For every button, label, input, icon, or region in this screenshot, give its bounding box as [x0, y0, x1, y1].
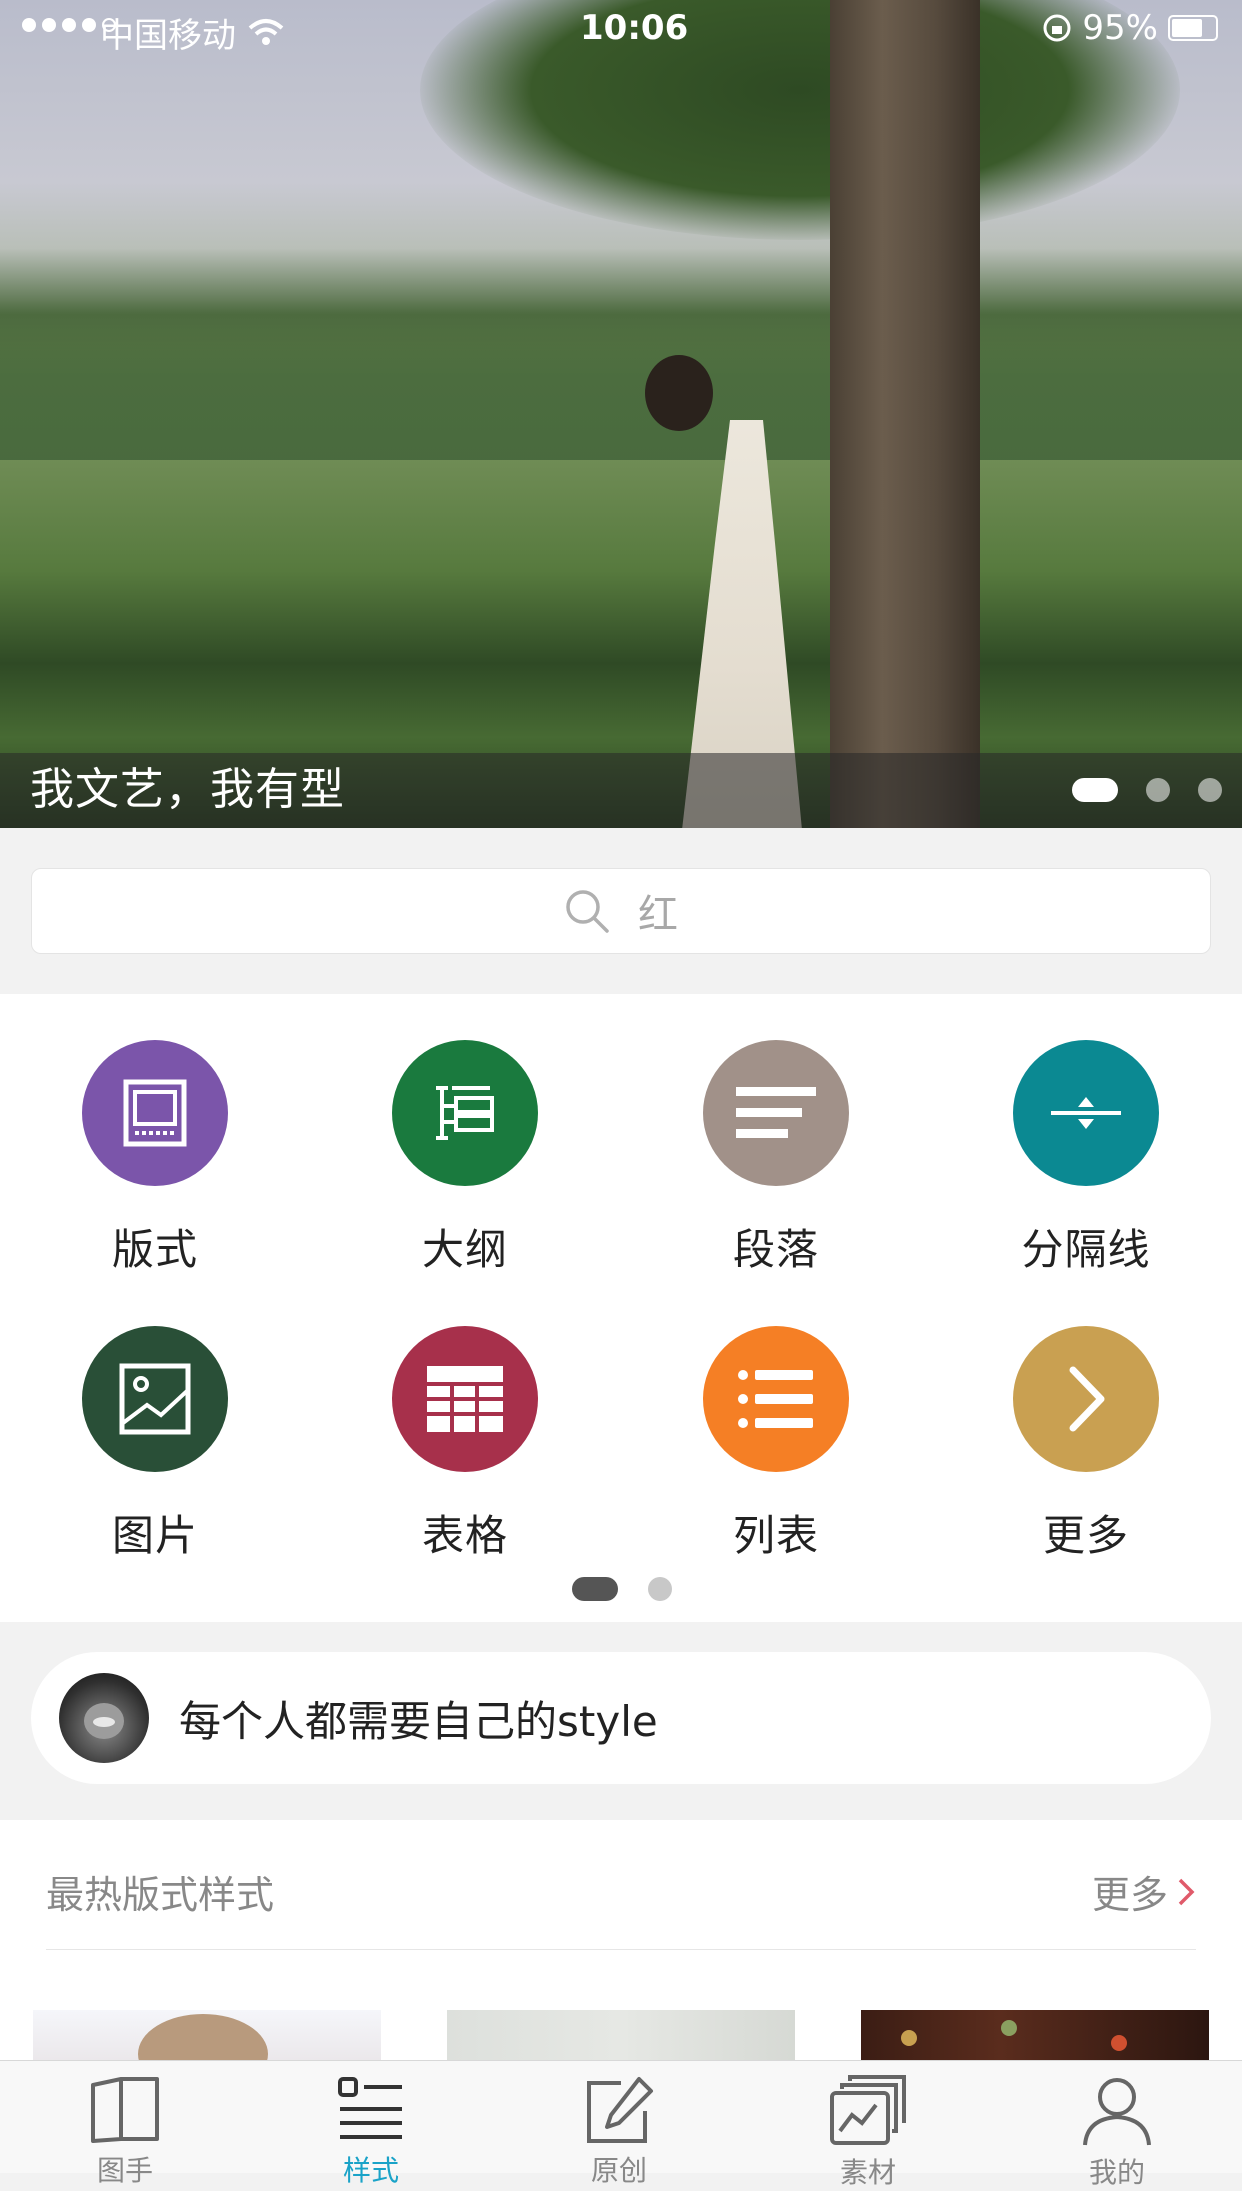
outline-icon: [392, 1040, 538, 1186]
wifi-icon: [248, 18, 284, 45]
category-divider[interactable]: 分隔线: [931, 1040, 1241, 1277]
category-pager-dot-active[interactable]: [572, 1577, 618, 1601]
category-label: 图片: [111, 1511, 198, 1560]
divider-icon: [1013, 1040, 1159, 1186]
banner-caption: 我文艺，我有型: [30, 764, 345, 815]
banner-figure-head: [645, 355, 713, 431]
motto-card[interactable]: 每个人都需要自己的style: [31, 1652, 1211, 1784]
banner-pager-dot-active[interactable]: [1072, 778, 1118, 802]
category-layout[interactable]: 版式: [0, 1040, 310, 1277]
tab-original[interactable]: 原创: [539, 2075, 699, 2189]
chevron-right-icon: [1178, 1878, 1195, 1905]
search-placeholder: 红: [638, 892, 678, 938]
category-label: 分隔线: [1021, 1225, 1151, 1274]
category-outline[interactable]: 大纲: [310, 1040, 620, 1277]
layout-icon: [82, 1040, 228, 1186]
more-label: 更多: [1091, 1873, 1168, 1917]
tab-label: 样式: [342, 2154, 399, 2187]
tab-materials[interactable]: 素材: [788, 2075, 948, 2191]
category-label: 更多: [1042, 1511, 1129, 1560]
battery-icon: [1168, 15, 1218, 41]
category-label: 列表: [732, 1511, 819, 1560]
gallery-icon: [830, 2075, 906, 2145]
banner-pager-dot[interactable]: [1198, 778, 1222, 802]
category-paragraph[interactable]: 段落: [621, 1040, 931, 1277]
banner-tree-trunk: [830, 0, 980, 828]
category-table[interactable]: 表格: [310, 1326, 620, 1563]
status-time: 10:06: [580, 8, 689, 48]
category-label: 版式: [111, 1225, 198, 1274]
tab-label: 素材: [839, 2156, 896, 2189]
category-pager-dot[interactable]: [648, 1577, 672, 1601]
search-section: 红: [0, 828, 1242, 994]
thumbnail-decoration: [1111, 2035, 1127, 2051]
image-icon: [82, 1326, 228, 1472]
category-pager[interactable]: [572, 1577, 672, 1601]
banner-pager-dot[interactable]: [1146, 778, 1170, 802]
banner-pager[interactable]: [1072, 778, 1222, 802]
category-grid: 版式 大纲 段落 分隔线 图片 表格 列表 更多: [0, 994, 1242, 1622]
avatar[interactable]: [59, 1673, 149, 1763]
chevron-right-icon: [1013, 1326, 1159, 1472]
tab-handbook[interactable]: 图手: [45, 2075, 205, 2189]
category-list[interactable]: 列表: [621, 1326, 931, 1563]
motto-text: 每个人都需要自己的style: [179, 1696, 658, 1746]
tab-bar: 图手 样式 原创 素材 我的: [0, 2060, 1242, 2189]
thumbnail-decoration: [901, 2030, 917, 2046]
list-icon: [703, 1326, 849, 1472]
user-icon: [1083, 2078, 1151, 2146]
book-icon: [91, 2077, 159, 2143]
battery-percent: 95%: [1082, 8, 1158, 48]
motto-section: 每个人都需要自己的style: [0, 1622, 1242, 1820]
style-list-icon: [338, 2077, 402, 2139]
category-image[interactable]: 图片: [0, 1326, 310, 1563]
hot-styles-header: 最热版式样式 更多: [46, 1820, 1196, 1950]
section-title: 最热版式样式: [46, 1873, 275, 1917]
edit-icon: [587, 2077, 653, 2143]
thumbnail-decoration: [1001, 2020, 1017, 2036]
tab-label: 图手: [96, 2154, 153, 2187]
banner-treeline: [0, 300, 1242, 470]
search-icon: [566, 890, 609, 933]
tab-profile[interactable]: 我的: [1037, 2075, 1197, 2191]
tab-label: 原创: [590, 2154, 647, 2187]
tab-label: 我的: [1088, 2156, 1145, 2189]
category-more[interactable]: 更多: [931, 1326, 1241, 1563]
orientation-lock-icon: [1043, 14, 1071, 42]
search-input[interactable]: 红: [31, 868, 1211, 954]
status-bar: 中国移动 10:06 95%: [0, 0, 1242, 60]
tab-styles[interactable]: 样式: [291, 2075, 451, 2189]
category-label: 表格: [421, 1511, 508, 1560]
carrier-name: 中国移动: [100, 16, 236, 56]
hero-banner[interactable]: 我文艺，我有型: [0, 0, 1242, 828]
category-label: 段落: [732, 1225, 819, 1274]
paragraph-icon: [703, 1040, 849, 1186]
more-link[interactable]: 更多: [1092, 1864, 1196, 1919]
category-label: 大纲: [421, 1225, 508, 1274]
hot-styles-section: 最热版式样式 更多: [0, 1820, 1242, 2070]
table-icon: [392, 1326, 538, 1472]
